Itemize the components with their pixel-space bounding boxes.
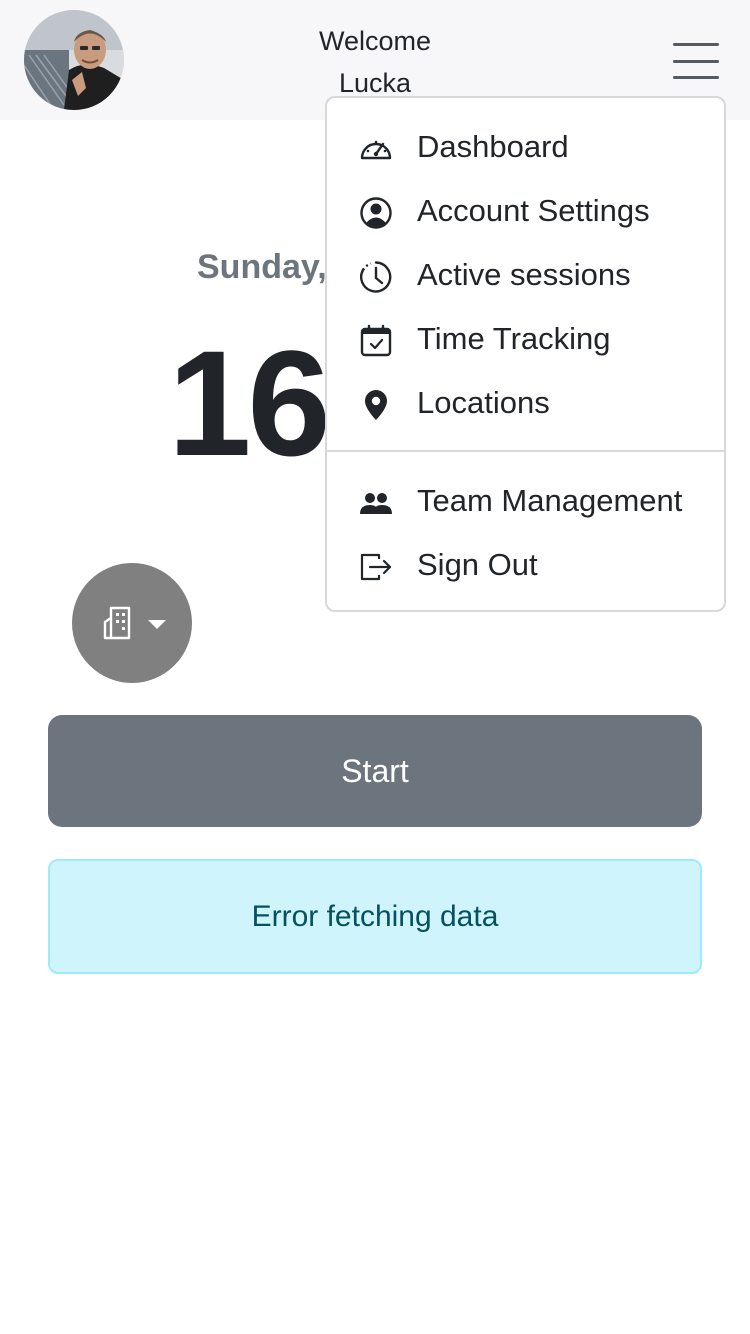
hamburger-icon[interactable] xyxy=(660,28,732,92)
app-page: Welcome Lucka Sunday, 16 Start Error fet… xyxy=(0,0,750,1334)
menu-item-label: Time Tracking xyxy=(417,321,611,356)
menu-item-time-tracking[interactable]: Time Tracking xyxy=(327,307,724,371)
clock-history-icon xyxy=(359,260,393,294)
menu-item-label: Active sessions xyxy=(417,257,631,292)
menu-item-label: Team Management xyxy=(417,483,683,518)
building-icon xyxy=(103,606,131,640)
hamburger-line xyxy=(673,60,719,63)
current-time: 16 xyxy=(168,319,331,487)
menu-item-team-management[interactable]: Team Management xyxy=(327,469,724,533)
box-arrow-right-icon xyxy=(359,550,393,584)
menu-item-sign-out[interactable]: Sign Out xyxy=(327,533,724,597)
welcome-greeting: Welcome xyxy=(318,26,432,56)
menu-divider xyxy=(327,450,724,452)
menu-item-label: Locations xyxy=(417,385,550,420)
chevron-down-icon xyxy=(148,620,166,629)
welcome-text: Welcome Lucka xyxy=(275,20,475,104)
avatar-photo xyxy=(24,10,124,110)
people-icon xyxy=(359,486,393,520)
menu-item-account-settings[interactable]: Account Settings xyxy=(327,179,724,243)
menu-item-label: Account Settings xyxy=(417,193,650,228)
geo-pin-icon xyxy=(359,388,393,422)
start-button[interactable]: Start xyxy=(48,715,702,827)
nav-dropdown-menu: Dashboard Account Settings Active sessio… xyxy=(325,96,726,612)
hamburger-line xyxy=(673,76,719,79)
avatar[interactable] xyxy=(24,10,124,110)
hamburger-line xyxy=(673,43,719,46)
menu-item-label: Dashboard xyxy=(417,129,569,164)
person-circle-icon xyxy=(359,196,393,230)
menu-item-active-sessions[interactable]: Active sessions xyxy=(327,243,724,307)
speedometer-icon xyxy=(359,132,393,166)
menu-item-locations[interactable]: Locations xyxy=(327,371,724,435)
menu-item-label: Sign Out xyxy=(417,547,538,582)
calendar-check-icon xyxy=(359,324,393,358)
menu-item-dashboard[interactable]: Dashboard xyxy=(327,115,724,179)
location-select-button[interactable] xyxy=(72,563,192,683)
current-date: Sunday, xyxy=(197,248,327,286)
error-alert: Error fetching data xyxy=(48,859,702,974)
